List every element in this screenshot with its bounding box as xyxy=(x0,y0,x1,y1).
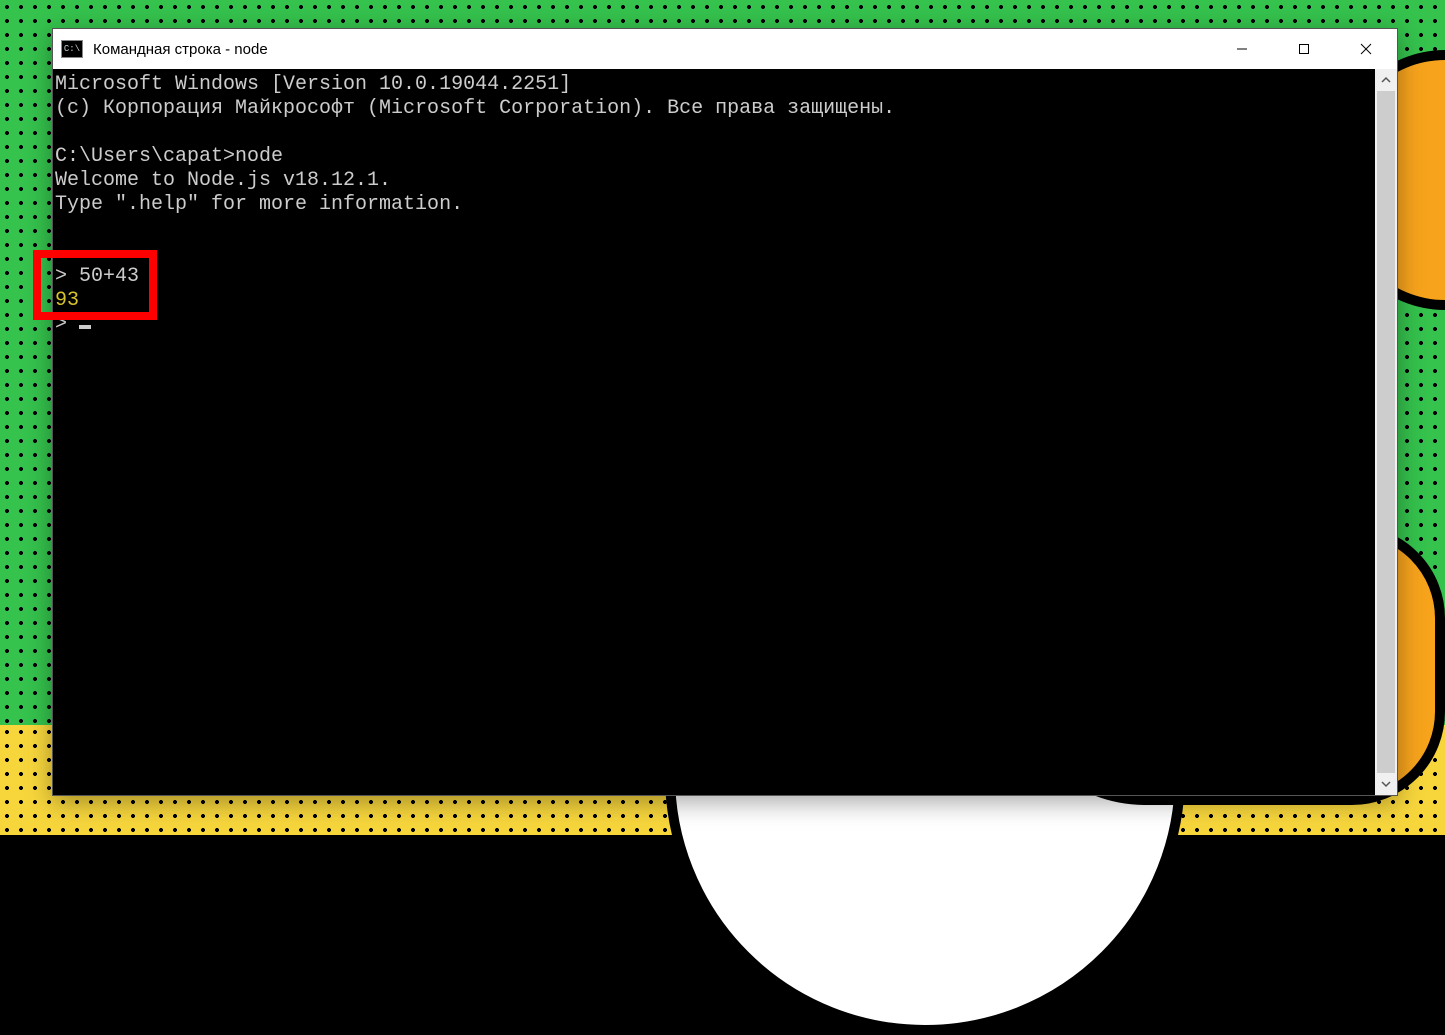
close-button[interactable] xyxy=(1335,29,1397,69)
repl-input: 50+43 xyxy=(79,265,139,288)
maximize-icon xyxy=(1298,43,1310,55)
chevron-up-icon xyxy=(1381,75,1391,85)
maximize-button[interactable] xyxy=(1273,29,1335,69)
terminal-line: Welcome to Node.js v18.12.1. xyxy=(55,169,391,192)
prompt-path: C:\Users\capat> xyxy=(55,145,235,168)
chevron-down-icon xyxy=(1381,779,1391,789)
cmd-icon: C:\ xyxy=(61,40,83,58)
terminal-line: > 50+43 xyxy=(55,265,139,288)
minimize-icon xyxy=(1236,43,1248,55)
titlebar[interactable]: C:\ Командная строка - node xyxy=(53,29,1397,69)
window-controls xyxy=(1211,29,1397,69)
repl-prompt: > xyxy=(55,313,79,336)
terminal-line: (c) Корпорация Майкрософт (Microsoft Cor… xyxy=(55,97,895,120)
scroll-track[interactable] xyxy=(1375,91,1397,773)
typed-command: node xyxy=(235,145,283,168)
terminal-area: Microsoft Windows [Version 10.0.19044.22… xyxy=(53,69,1397,795)
scroll-thumb[interactable] xyxy=(1377,91,1395,773)
minimize-button[interactable] xyxy=(1211,29,1273,69)
scroll-up-button[interactable] xyxy=(1375,69,1397,91)
terminal-line: C:\Users\capat>node xyxy=(55,145,283,168)
repl-result: 93 xyxy=(55,289,79,312)
vertical-scrollbar[interactable] xyxy=(1375,69,1397,795)
window-title: Командная строка - node xyxy=(93,41,268,58)
cursor xyxy=(79,325,91,329)
terminal-output[interactable]: Microsoft Windows [Version 10.0.19044.22… xyxy=(53,69,1375,795)
close-icon xyxy=(1360,43,1372,55)
repl-prompt: > xyxy=(55,265,79,288)
scroll-down-button[interactable] xyxy=(1375,773,1397,795)
terminal-line: Microsoft Windows [Version 10.0.19044.22… xyxy=(55,73,571,96)
terminal-line: Type ".help" for more information. xyxy=(55,193,463,216)
command-prompt-window: C:\ Командная строка - node Microsoft Wi… xyxy=(52,28,1398,796)
terminal-line: > xyxy=(55,313,91,336)
